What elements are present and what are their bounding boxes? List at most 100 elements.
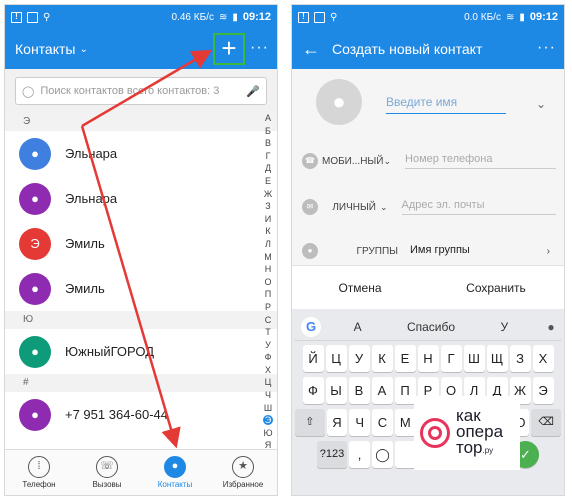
phone-field[interactable]: Номер телефона	[405, 153, 556, 169]
alphabet-letter[interactable]: Х	[265, 365, 271, 375]
comma-key[interactable]: ,	[349, 441, 370, 468]
status-bar: ! ⚲ 0.46 КБ/с ≋ ▮ 09:12	[5, 5, 277, 29]
alphabet-letter[interactable]: Ж	[264, 189, 272, 199]
chevron-down-icon[interactable]: ⌄	[380, 202, 388, 213]
phone-type[interactable]: МОБИ...НЫЙ	[322, 156, 383, 167]
letter-key[interactable]: Э	[532, 377, 554, 404]
back-arrow-icon[interactable]: ←	[302, 39, 320, 60]
letter-key[interactable]: С	[372, 409, 393, 436]
letter-key[interactable]: П	[394, 377, 416, 404]
email-field[interactable]: Адрес эл. почты	[401, 199, 556, 215]
letter-key[interactable]: Н	[417, 345, 439, 372]
search-area: ◯ Поиск контактов всего контактов: 3 🎤	[5, 69, 277, 113]
phone-row: ☎ МОБИ...НЫЙ ⌄ Номер телефона	[302, 147, 556, 175]
letter-key[interactable]: Я	[326, 409, 348, 436]
mic-icon[interactable]: ●	[541, 320, 561, 334]
contact-row[interactable]: ● ЮжныйГОРОД	[5, 329, 277, 374]
contact-row[interactable]: ● Эльнара	[5, 131, 277, 176]
alphabet-letter[interactable]: Э	[263, 415, 273, 426]
letter-key[interactable]: Ц	[325, 345, 347, 372]
contact-row[interactable]: Э Эмиль	[5, 221, 277, 266]
dialpad-icon: ⁞	[28, 456, 50, 478]
suggestion[interactable]: У	[468, 320, 541, 334]
group-field[interactable]: Имя группы	[402, 244, 547, 259]
shift-icon[interactable]: ⇧	[294, 409, 325, 436]
letter-key[interactable]: Ч	[349, 409, 371, 436]
alphabet-letter[interactable]: Д	[265, 163, 271, 173]
alphabet-letter[interactable]: А	[265, 113, 271, 123]
person-icon: ●	[19, 272, 51, 305]
mic-icon[interactable]: 🎤	[246, 85, 260, 98]
chevron-down-icon[interactable]: ⌄	[536, 97, 546, 111]
letter-key[interactable]: Х	[532, 345, 554, 372]
letter-key[interactable]: У	[348, 345, 370, 372]
chevron-down-icon[interactable]: ⌄	[79, 44, 87, 55]
nav-item[interactable]: ★ Избранное	[209, 450, 277, 495]
name-field[interactable]: Введите имя	[386, 95, 506, 114]
contact-row[interactable]: ● Эмиль	[5, 266, 277, 311]
contact-list: Э ● Эльнара ● Эльнара Э Эмиль ● Эмиль Ю ● ЮжныйГОРО…	[5, 113, 277, 437]
notification-icon: !	[298, 11, 309, 23]
alphabet-letter[interactable]: Т	[265, 327, 271, 337]
alphabet-letter[interactable]: К	[265, 226, 270, 236]
google-icon[interactable]: G	[301, 316, 321, 337]
alphabet-letter[interactable]: Ч	[265, 390, 271, 400]
add-contact-button[interactable]: +	[213, 33, 245, 65]
save-button[interactable]: Сохранить	[428, 266, 564, 309]
search-input[interactable]: ◯ Поиск контактов всего контактов: 3 🎤	[15, 77, 267, 105]
alphabet-letter[interactable]: И	[265, 214, 271, 224]
alphabet-letter[interactable]: М	[264, 252, 272, 262]
alphabet-letter[interactable]: Ц	[265, 377, 272, 387]
contact-row[interactable]: ● +7 951 364-60-44	[5, 392, 277, 437]
cancel-button[interactable]: Отмена	[292, 266, 428, 309]
alphabet-letter[interactable]: О	[264, 277, 271, 287]
letter-key[interactable]: Ы	[325, 377, 347, 404]
backspace-icon[interactable]: ⌫	[531, 409, 562, 436]
search-status-icon: ⚲	[330, 11, 338, 23]
letter-key[interactable]: З	[509, 345, 531, 372]
alphabet-letter[interactable]: В	[265, 138, 271, 148]
nav-item[interactable]: ⁞ Телефон	[5, 450, 73, 495]
letter-key[interactable]: А	[371, 377, 393, 404]
letter-key[interactable]: М	[394, 409, 416, 436]
alphabet-letter[interactable]: С	[265, 315, 272, 325]
nav-item[interactable]: ● Контакты	[141, 450, 209, 495]
alphabet-letter[interactable]: З	[265, 201, 270, 211]
alphabet-letter[interactable]: Б	[265, 126, 271, 136]
letter-key[interactable]: Ш	[463, 345, 485, 372]
suggestion[interactable]: Спасибо	[394, 320, 467, 334]
page-title[interactable]: Контакты	[15, 41, 75, 57]
alphabet-letter[interactable]: Е	[265, 176, 271, 186]
alphabet-letter[interactable]: П	[265, 289, 271, 299]
bottom-navigation: ⁞ Телефон ☏ Вызовы ● Контакты ★ Избранное	[5, 449, 277, 495]
email-type[interactable]: ЛИЧНЫЙ	[322, 202, 380, 213]
alphabet-letter[interactable]: Н	[265, 264, 272, 274]
battery-icon: ▮	[519, 11, 525, 23]
group-row[interactable]: ● ГРУППЫ Имя группы ›	[302, 237, 556, 265]
contact-row[interactable]: ● Эльнара	[5, 176, 277, 221]
more-options-icon[interactable]: ···	[537, 39, 556, 57]
letter-key[interactable]: В	[348, 377, 370, 404]
alphabet-letter[interactable]: Л	[265, 239, 271, 249]
symbols-key[interactable]: ?123	[317, 441, 347, 468]
letter-key[interactable]: К	[371, 345, 393, 372]
alphabet-letter[interactable]: Ф	[265, 352, 272, 362]
alphabet-letter[interactable]: Г	[266, 151, 271, 161]
letter-key[interactable]: Ф	[302, 377, 324, 404]
chevron-down-icon[interactable]: ⌄	[383, 156, 391, 167]
suggestion[interactable]: А	[321, 320, 394, 334]
alphabet-letter[interactable]: У	[265, 340, 271, 350]
letter-key[interactable]: Г	[440, 345, 462, 372]
contact-photo[interactable]: ●	[316, 79, 362, 125]
alphabet-index[interactable]: АБВГДЕЖЗИКЛМНОПРСТУФХЦЧШЭЮЯ	[263, 113, 273, 450]
alphabet-letter[interactable]: Ш	[264, 403, 272, 413]
app-bar: ← Создать новый контакт ···	[292, 29, 564, 69]
alphabet-letter[interactable]: Р	[265, 302, 271, 312]
letter-key[interactable]: Щ	[486, 345, 508, 372]
globe-icon[interactable]: ◯	[372, 441, 393, 468]
letter-key[interactable]: Е	[394, 345, 416, 372]
letter-key[interactable]: Й	[302, 345, 324, 372]
nav-item[interactable]: ☏ Вызовы	[73, 450, 141, 495]
more-options-icon[interactable]: ···	[250, 39, 269, 57]
alphabet-letter[interactable]: Ю	[263, 428, 272, 438]
